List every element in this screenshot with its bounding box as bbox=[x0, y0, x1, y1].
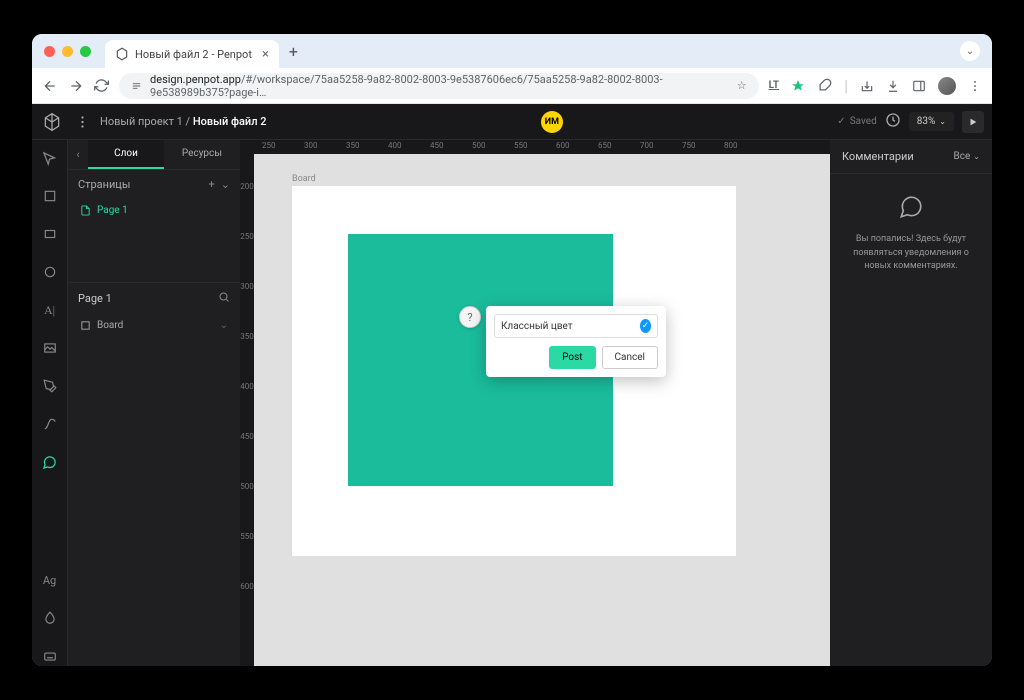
extension-lt-icon[interactable]: LT bbox=[769, 80, 780, 91]
shortcuts-panel-icon[interactable] bbox=[40, 646, 60, 666]
reload-button[interactable] bbox=[94, 78, 109, 93]
layer-item-board[interactable]: Board ⌄ bbox=[68, 314, 240, 337]
url-bar[interactable]: design.penpot.app/#/workspace/75aa5258-9… bbox=[119, 73, 759, 99]
post-button[interactable]: Post bbox=[549, 346, 595, 369]
page-item-label: Page 1 bbox=[97, 205, 128, 216]
new-tab-button[interactable]: + bbox=[289, 42, 298, 61]
extensions-icon[interactable] bbox=[817, 78, 832, 93]
tab-layers[interactable]: Слои bbox=[88, 140, 164, 169]
tab-title: Новый файл 2 - Penpot bbox=[135, 48, 252, 61]
ellipse-tool[interactable] bbox=[40, 262, 60, 282]
window-maximize[interactable] bbox=[80, 46, 91, 57]
text-tool[interactable]: A| bbox=[40, 300, 60, 320]
window-minimize[interactable] bbox=[62, 46, 73, 57]
comment-tool[interactable] bbox=[40, 452, 60, 472]
ruler-horizontal: 250300350400450500550600650700750800 bbox=[254, 140, 830, 154]
expand-layer-icon[interactable]: ⌄ bbox=[220, 320, 228, 331]
ruler-corner bbox=[240, 140, 254, 154]
sidepanel-icon[interactable] bbox=[912, 79, 926, 93]
play-button[interactable] bbox=[962, 111, 984, 133]
cancel-button[interactable]: Cancel bbox=[602, 346, 658, 369]
extension-pin-icon[interactable] bbox=[791, 79, 805, 93]
search-layers-icon[interactable] bbox=[218, 291, 230, 306]
left-panel: ‹ Слои Ресурсы Страницы + ⌄ Page 1 Page 1 bbox=[68, 140, 240, 666]
ruler-vertical: 200250300350400450500550600 bbox=[240, 154, 254, 666]
browser-titlebar: Новый файл 2 - Penpot × + ⌄ bbox=[32, 34, 992, 68]
user-badge[interactable]: ИМ bbox=[541, 111, 563, 133]
panel-collapse-icon[interactable]: ‹ bbox=[68, 148, 88, 161]
tab-assets[interactable]: Ресурсы bbox=[164, 140, 240, 169]
pages-label: Страницы bbox=[78, 178, 130, 191]
penpot-favicon bbox=[115, 47, 129, 61]
comments-filter[interactable]: Все⌄ bbox=[954, 151, 980, 162]
move-tool[interactable] bbox=[40, 148, 60, 168]
comment-input[interactable] bbox=[501, 321, 634, 332]
download-icon[interactable] bbox=[886, 79, 900, 93]
url-domain: design.penpot.app bbox=[150, 73, 241, 86]
comment-empty-icon bbox=[898, 194, 924, 223]
layers-section-header: Page 1 bbox=[68, 283, 240, 314]
history-icon[interactable] bbox=[885, 112, 901, 132]
path-tool[interactable] bbox=[40, 414, 60, 434]
comment-pin[interactable]: ? bbox=[459, 306, 481, 328]
page-item[interactable]: Page 1 bbox=[68, 199, 240, 222]
saved-status: ✓Saved bbox=[837, 116, 876, 127]
site-settings-icon[interactable] bbox=[131, 80, 142, 92]
breadcrumb[interactable]: Новый проект 1 / Новый файл 2 bbox=[100, 115, 266, 128]
collapse-pages-icon[interactable]: ⌄ bbox=[221, 178, 230, 191]
canvas[interactable]: 250300350400450500550600650700750800 200… bbox=[240, 140, 830, 666]
typography-panel-icon[interactable]: Ag bbox=[40, 570, 60, 590]
main-menu-button[interactable] bbox=[72, 112, 92, 132]
tabs-dropdown[interactable]: ⌄ bbox=[960, 41, 980, 61]
comment-popup: ✓ Post Cancel bbox=[486, 306, 666, 377]
frame-tool[interactable] bbox=[40, 186, 60, 206]
browser-tab[interactable]: Новый файл 2 - Penpot × bbox=[105, 40, 279, 68]
profile-avatar[interactable] bbox=[938, 77, 956, 95]
toolbar: A| Ag bbox=[32, 140, 68, 666]
divider: | bbox=[844, 76, 848, 95]
comments-panel-title: Комментарии bbox=[842, 150, 914, 163]
pages-section-header: Страницы + ⌄ bbox=[68, 170, 240, 199]
browser-addressbar: design.penpot.app/#/workspace/75aa5258-9… bbox=[32, 68, 992, 104]
image-tool[interactable] bbox=[40, 338, 60, 358]
penpot-logo[interactable] bbox=[40, 110, 64, 134]
app-topbar: Новый проект 1 / Новый файл 2 ИМ ✓Saved … bbox=[32, 104, 992, 140]
add-page-icon[interactable]: + bbox=[209, 178, 215, 191]
comment-input-row: ✓ bbox=[494, 314, 658, 338]
back-button[interactable] bbox=[42, 78, 58, 94]
zoom-control[interactable]: 83%⌄ bbox=[909, 112, 954, 131]
rectangle-tool[interactable] bbox=[40, 224, 60, 244]
layer-root-label: Page 1 bbox=[78, 292, 112, 305]
share-icon[interactable] bbox=[860, 79, 874, 93]
board-label[interactable]: Board bbox=[292, 174, 316, 184]
right-panel: Комментарии Все⌄ Вы попались! Здесь буду… bbox=[830, 140, 992, 666]
layer-item-label: Board bbox=[97, 320, 123, 331]
pen-tool[interactable] bbox=[40, 376, 60, 396]
comments-empty-text: Вы попались! Здесь будут появляться увед… bbox=[842, 233, 980, 274]
resolve-check-icon[interactable]: ✓ bbox=[640, 319, 651, 333]
forward-button[interactable] bbox=[68, 78, 84, 94]
kebab-menu-icon[interactable] bbox=[968, 79, 982, 93]
window-close[interactable] bbox=[44, 46, 55, 57]
star-icon[interactable]: ☆ bbox=[737, 79, 747, 92]
close-tab-icon[interactable]: × bbox=[262, 47, 269, 62]
color-panel-icon[interactable] bbox=[40, 608, 60, 628]
